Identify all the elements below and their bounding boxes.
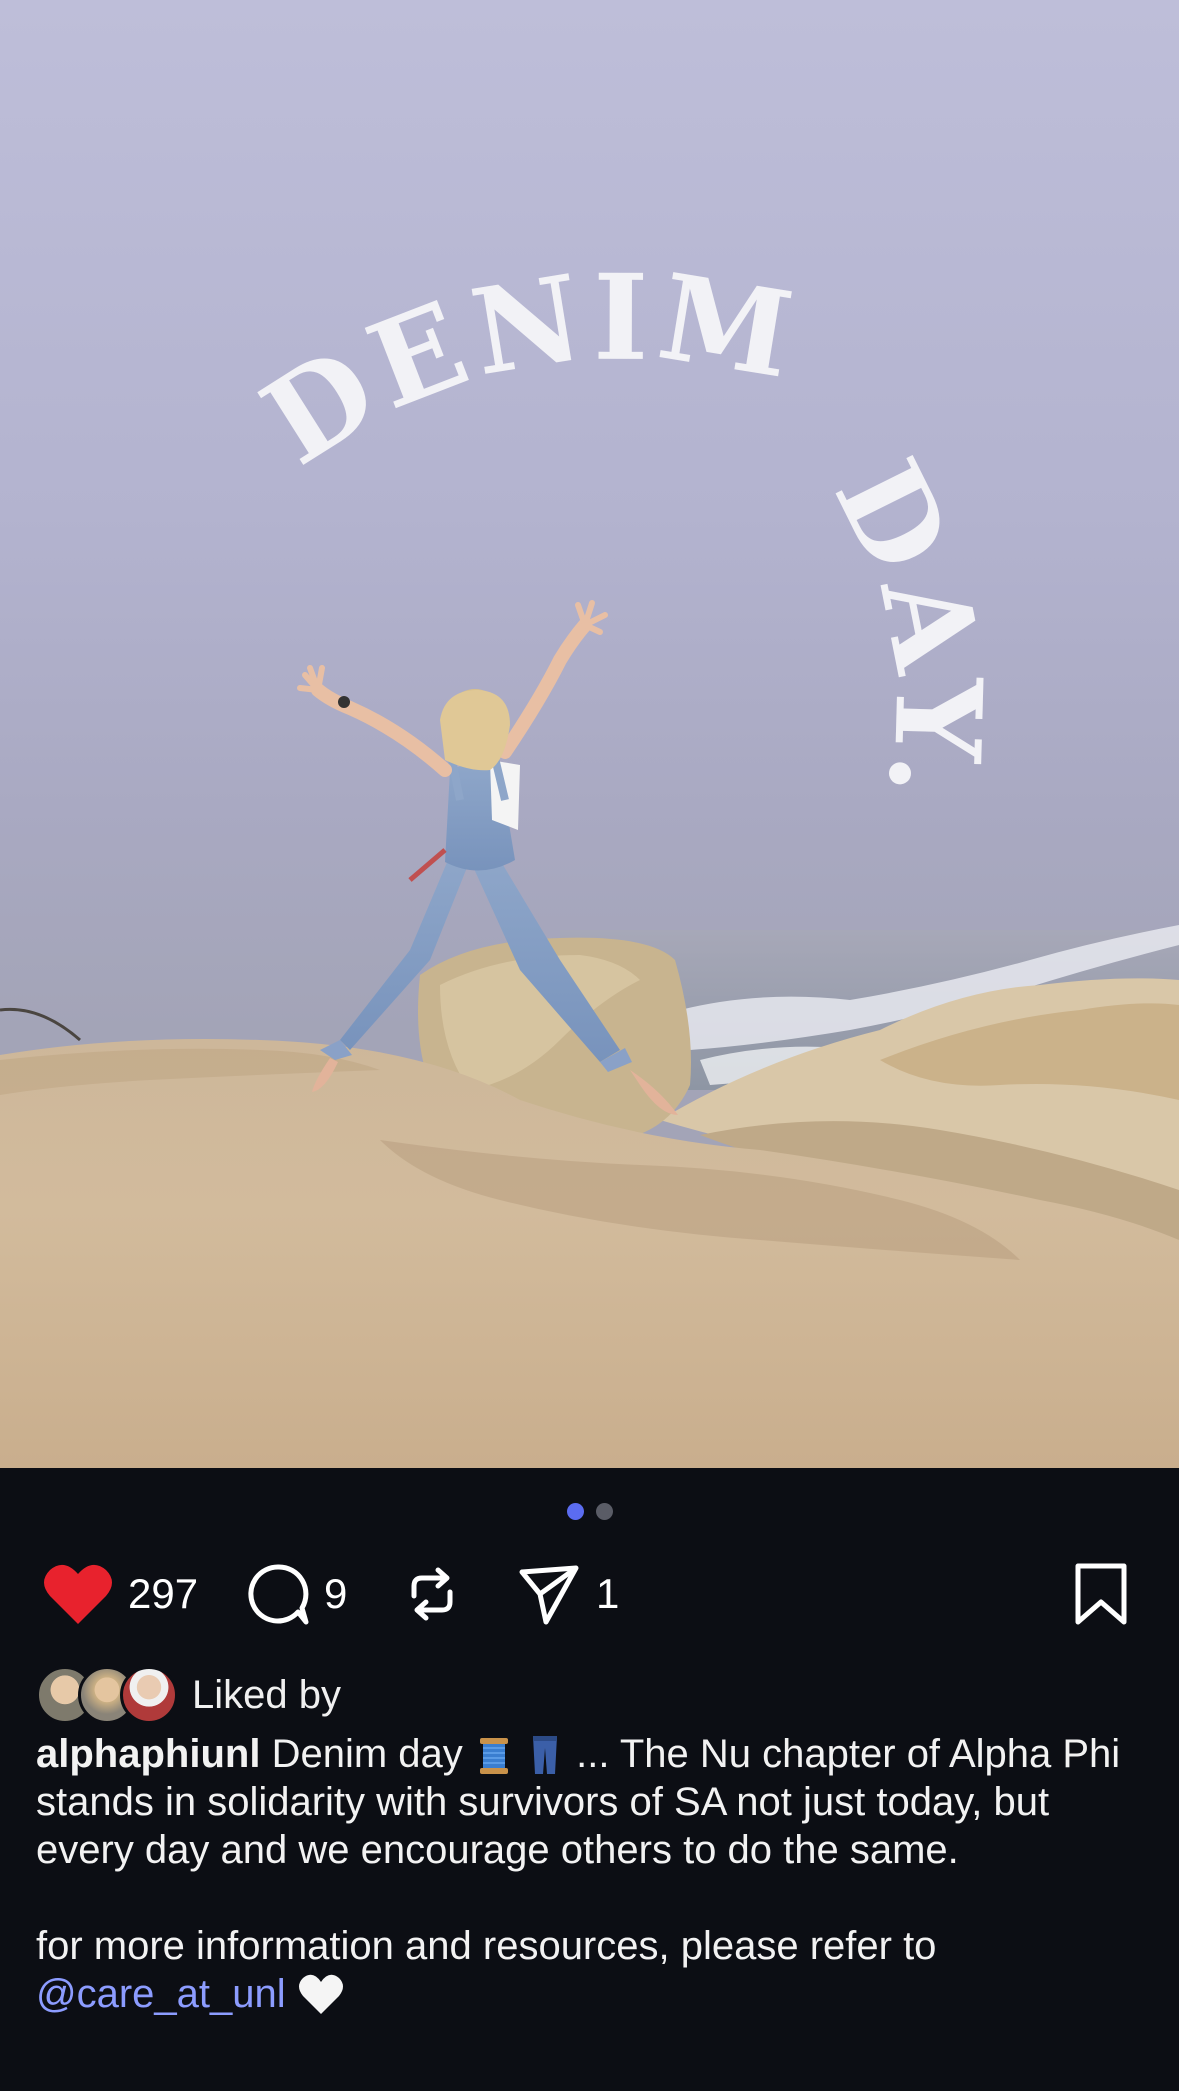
liker-avatars xyxy=(36,1666,178,1724)
overlay-day-text: DAY. xyxy=(808,439,1009,817)
comment-button[interactable]: 9 xyxy=(246,1558,347,1630)
caption-username[interactable]: alphaphiunl xyxy=(36,1732,260,1776)
carousel-dot-active[interactable] xyxy=(566,1503,584,1520)
liked-by-row[interactable]: Liked by xyxy=(36,1665,341,1725)
carousel-indicator xyxy=(0,1503,1179,1520)
bookmark-icon xyxy=(1075,1563,1127,1625)
post-image[interactable]: DENIM DAY. xyxy=(0,0,1179,1468)
send-icon xyxy=(519,1565,579,1625)
avatar[interactable] xyxy=(120,1666,178,1724)
bookmark-button[interactable] xyxy=(1072,1558,1130,1630)
comment-count: 9 xyxy=(324,1570,348,1617)
spool-emoji-icon xyxy=(479,1738,508,1774)
post-caption: alphaphiunl Denim day ... The Nu chapter… xyxy=(36,1730,1146,2018)
caption-text-start: Denim day xyxy=(271,1732,463,1776)
white-heart-emoji-icon xyxy=(298,1974,343,2014)
jeans-emoji-icon xyxy=(533,1736,558,1774)
beach-scene: DENIM DAY. xyxy=(0,247,1179,1468)
overlay-denim-text: DENIM xyxy=(239,247,807,492)
like-button[interactable]: 297 xyxy=(42,1558,198,1630)
action-bar: 297 9 1 xyxy=(0,1558,1179,1630)
repost-button[interactable] xyxy=(400,1558,464,1630)
share-count: 1 xyxy=(596,1570,620,1617)
heart-icon xyxy=(44,1564,112,1624)
comment-icon xyxy=(248,1564,309,1625)
liked-by-label: Liked by xyxy=(192,1672,341,1717)
like-count: 297 xyxy=(128,1570,199,1617)
caption-mention-link[interactable]: @care_at_unl xyxy=(36,1972,286,2016)
carousel-dot[interactable] xyxy=(595,1503,613,1520)
caption-text-more: for more information and resources, plea… xyxy=(36,1924,937,1968)
repost-icon xyxy=(411,1567,453,1621)
send-button[interactable]: 1 xyxy=(516,1558,619,1630)
